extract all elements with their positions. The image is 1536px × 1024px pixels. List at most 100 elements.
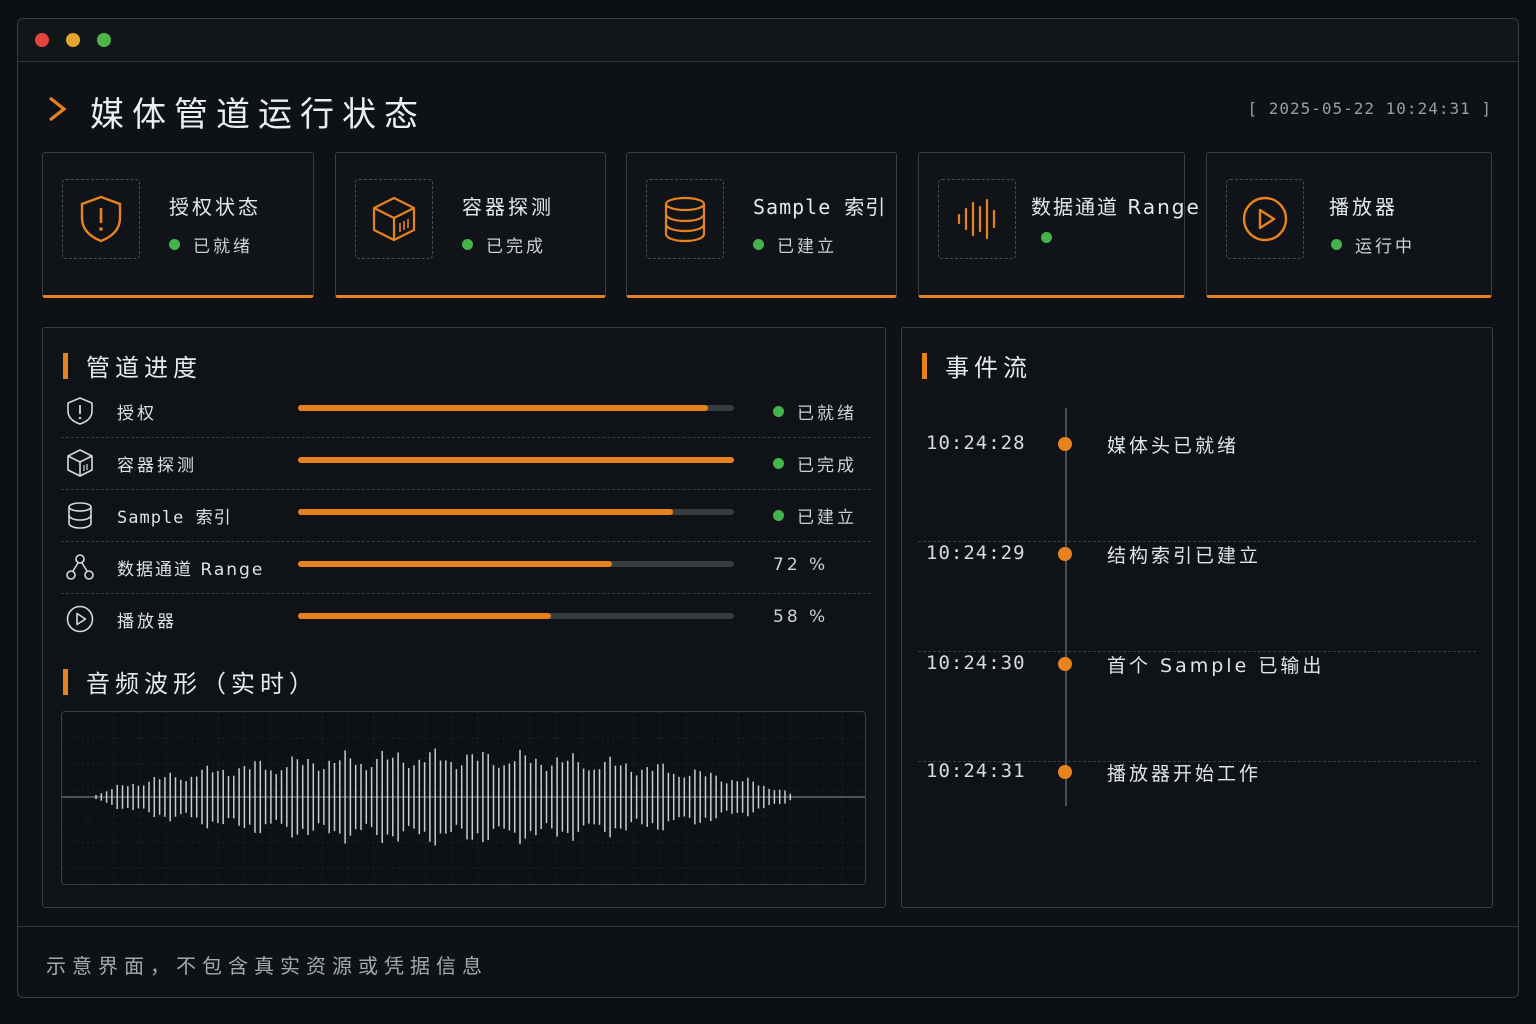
status-text: 已就绪 bbox=[797, 404, 857, 424]
event-time: 10:24:28 bbox=[926, 432, 1026, 454]
status-card-auth[interactable]: 授权状态 已就绪 bbox=[42, 152, 314, 298]
app-window: 媒体管道运行状态 [ 2025-05-22 10:24:31 ] 授权状态 已就… bbox=[17, 18, 1519, 998]
section-title-text: 管道进度 bbox=[86, 354, 202, 382]
status-text: 已完成 bbox=[486, 237, 546, 257]
progress-track bbox=[298, 561, 734, 567]
event-item: 10:24:29 结构索引已建立 bbox=[918, 542, 1476, 652]
database-icon bbox=[664, 196, 706, 243]
progress-row: 容器探测 已完成 bbox=[61, 438, 871, 490]
progress-label: 播放器 bbox=[117, 612, 177, 632]
timeline-dot bbox=[1058, 657, 1072, 671]
status-dot bbox=[1041, 232, 1052, 243]
network-nodes-icon bbox=[66, 554, 94, 580]
status-text: 已完成 bbox=[797, 456, 857, 476]
event-item: 10:24:30 首个 Sample 已输出 bbox=[918, 652, 1476, 762]
event-item: 10:24:31 播放器开始工作 bbox=[918, 760, 1476, 870]
waveform-plot bbox=[62, 712, 865, 884]
progress-fill bbox=[298, 613, 551, 619]
timeline-dot bbox=[1058, 765, 1072, 779]
status-card-data-channel[interactable]: 数据通道 Range bbox=[918, 152, 1199, 298]
status-dot bbox=[773, 510, 784, 521]
section-title-text: 音频波形（实时） bbox=[86, 670, 318, 698]
play-circle-icon bbox=[66, 605, 94, 633]
progress-percent: 58 % bbox=[773, 607, 829, 627]
event-stream-panel: 事件流 10:24:28 媒体头已就绪 10:24:29 结构索引已建立 10:… bbox=[901, 327, 1493, 908]
section-title-progress: 管道进度 bbox=[63, 348, 202, 383]
progress-fill bbox=[298, 457, 734, 463]
status-dot bbox=[753, 239, 764, 250]
progress-status: 已建立 bbox=[773, 503, 857, 528]
status-dot bbox=[773, 458, 784, 469]
maximize-window-button[interactable] bbox=[97, 33, 111, 47]
waveform-icon bbox=[957, 198, 996, 240]
database-icon bbox=[68, 502, 92, 529]
status-text: 运行中 bbox=[1355, 237, 1415, 257]
event-item: 10:24:28 媒体头已就绪 bbox=[918, 432, 1476, 542]
card-title: 播放器 bbox=[1329, 195, 1398, 219]
progress-row: 数据通道 Range 72 % bbox=[61, 542, 871, 594]
status-dot bbox=[169, 239, 180, 250]
event-time: 10:24:29 bbox=[926, 542, 1026, 564]
card-title: 数据通道 Range bbox=[1031, 191, 1201, 220]
card-title: Sample 索引 bbox=[753, 195, 887, 219]
card-title: 容器探测 bbox=[462, 195, 554, 219]
section-accent-bar bbox=[63, 668, 68, 695]
status-card-container[interactable]: 容器探测 已完成 bbox=[335, 152, 606, 298]
progress-label: 数据通道 Range bbox=[117, 560, 265, 580]
event-time: 10:24:30 bbox=[926, 652, 1026, 674]
progress-label: 授权 bbox=[117, 404, 157, 424]
section-title-events: 事件流 bbox=[922, 348, 1032, 383]
status-dot bbox=[462, 239, 473, 250]
play-circle-icon bbox=[1242, 196, 1288, 242]
close-window-button[interactable] bbox=[35, 33, 49, 47]
status-dot bbox=[1331, 239, 1342, 250]
timestamp: [ 2025-05-22 10:24:31 ] bbox=[1247, 99, 1492, 118]
icon-box bbox=[1226, 179, 1304, 259]
section-accent-bar bbox=[922, 352, 927, 379]
status-text: 已建立 bbox=[797, 508, 857, 528]
status-card-sample-index[interactable]: Sample 索引 已建立 bbox=[626, 152, 897, 298]
icon-box bbox=[62, 179, 140, 259]
footer: 示意界面，不包含真实资源或凭据信息 bbox=[18, 926, 1518, 997]
card-status: 已就绪 bbox=[169, 232, 253, 257]
event-text: 首个 Sample 已输出 bbox=[1107, 655, 1325, 677]
progress-status: 已就绪 bbox=[773, 399, 857, 424]
timeline-dot bbox=[1058, 547, 1072, 561]
progress-track bbox=[298, 613, 734, 619]
progress-fill bbox=[298, 509, 673, 515]
progress-track bbox=[298, 405, 734, 411]
cube-icon bbox=[67, 449, 93, 477]
progress-label: 容器探测 bbox=[117, 456, 197, 476]
status-text: 已就绪 bbox=[193, 237, 253, 257]
section-title-text: 事件流 bbox=[945, 354, 1032, 382]
icon-box bbox=[938, 179, 1016, 259]
page-title: 媒体管道运行状态 bbox=[90, 95, 426, 135]
event-text: 媒体头已就绪 bbox=[1107, 435, 1240, 457]
event-text: 结构索引已建立 bbox=[1107, 545, 1262, 567]
status-dot bbox=[773, 406, 784, 417]
progress-track bbox=[298, 509, 734, 515]
event-text: 播放器开始工作 bbox=[1107, 763, 1262, 785]
progress-label: Sample 索引 bbox=[117, 508, 232, 528]
minimize-window-button[interactable] bbox=[66, 33, 80, 47]
shield-alert-icon bbox=[67, 397, 93, 425]
card-status: 运行中 bbox=[1331, 232, 1415, 257]
status-text: 已建立 bbox=[777, 237, 837, 257]
card-status: 已完成 bbox=[462, 232, 546, 257]
progress-status: 已完成 bbox=[773, 451, 857, 476]
card-status bbox=[1041, 232, 1065, 243]
timeline-dot bbox=[1058, 437, 1072, 451]
footer-note: 示意界面，不包含真实资源或凭据信息 bbox=[46, 954, 488, 978]
icon-box bbox=[355, 179, 433, 259]
section-accent-bar bbox=[63, 352, 68, 379]
status-card-player[interactable]: 播放器 运行中 bbox=[1206, 152, 1492, 298]
progress-fill bbox=[298, 405, 708, 411]
progress-track bbox=[298, 457, 734, 463]
progress-fill bbox=[298, 561, 612, 567]
card-status: 已建立 bbox=[753, 232, 837, 257]
title-bar bbox=[18, 19, 1518, 62]
progress-percent: 72 % bbox=[773, 555, 829, 575]
card-title-text: 数据通道 Range bbox=[1031, 195, 1201, 219]
progress-row: 授权 已就绪 bbox=[61, 386, 871, 438]
chevron-right-icon bbox=[49, 96, 67, 122]
